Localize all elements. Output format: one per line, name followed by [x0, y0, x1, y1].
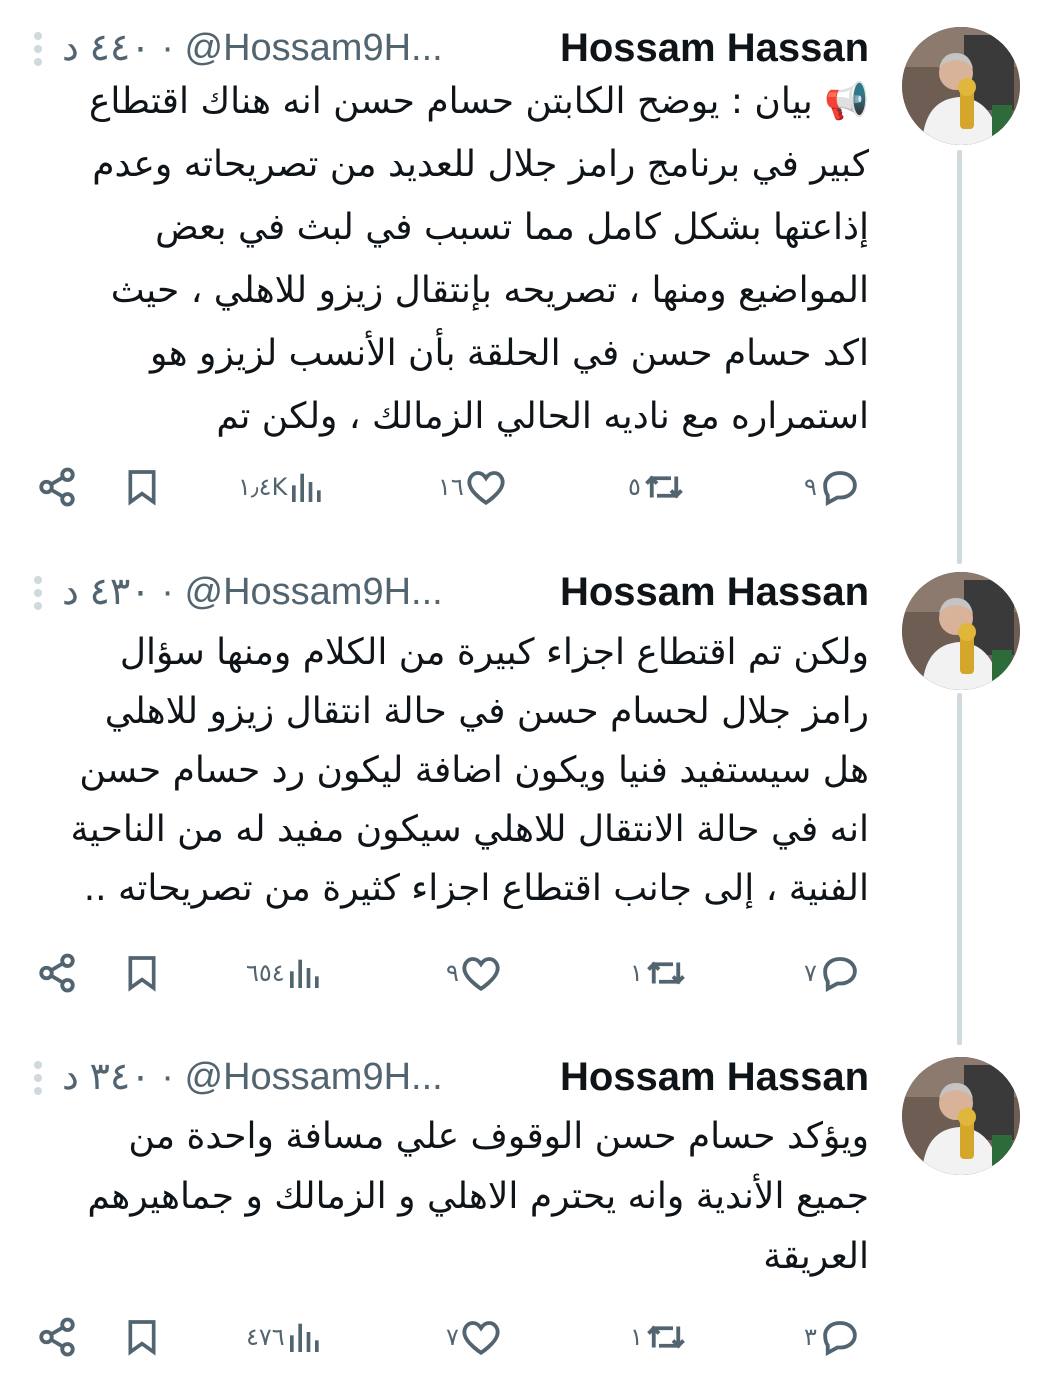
retweet-icon: [645, 475, 683, 499]
tweet-text: ولكن تم اقتطاع اجزاء كبيرة من الكلام ومن…: [20, 623, 869, 918]
views-button[interactable]: ١٫٤K: [238, 462, 327, 512]
tweet-time[interactable]: ٣٤٠ د: [62, 1056, 151, 1098]
bookmark-icon: [128, 956, 156, 992]
tweet[interactable]: Hossam Hassan ٤٤٠ د · @Hossam9H... 📢 بيا…: [0, 0, 1056, 540]
tweet[interactable]: Hossam Hassan ٣٤٠ د · @Hossam9H... ويؤكد…: [0, 1030, 1056, 1400]
like-button[interactable]: ١٦: [438, 462, 508, 512]
reply-icon: [823, 471, 857, 506]
tweet-text: ويؤكد حسام حسن الوقوف علي مسافة واحدة من…: [20, 1107, 869, 1287]
text-line: ولكن تم اقتطاع اجزاء كبيرة من الكلام ومن…: [119, 632, 869, 673]
views-count: ٦٥٤: [246, 959, 285, 987]
text-line: العريقة: [763, 1236, 869, 1277]
share-button[interactable]: [36, 1312, 78, 1362]
megaphone-icon: 📢: [824, 81, 869, 122]
more-icon[interactable]: [33, 26, 43, 70]
text-line: الفنية ، إلى جانب اقتطاع اجزاء كثيرة من …: [83, 868, 869, 909]
text-line: جميع الأندية وانه يحترم الاهلي و الزمالك…: [87, 1176, 869, 1217]
author-name[interactable]: Hossam Hassan: [560, 570, 869, 614]
more-icon[interactable]: [33, 1055, 43, 1099]
reply-button[interactable]: ٣: [804, 1312, 863, 1362]
avatar[interactable]: [902, 572, 1020, 690]
text-line: إذاعتها بشكل كامل مما تسبب في لبث في بعض: [155, 207, 869, 248]
text-line: رامز جلال لحسام حسن في حالة انتقال زيزو …: [104, 691, 869, 732]
like-count: ٧: [446, 1323, 459, 1351]
text-line: استمراره مع ناديه الحالي الزمالك ، ولكن …: [216, 396, 869, 437]
text-line: هل سيستفيد فنيا ويكون اضافة ليكون رد حسا…: [79, 750, 869, 791]
tweet-actions: ٤٧٦ ٧ ١ ٣: [0, 1312, 1056, 1362]
reply-count: ٩: [804, 473, 817, 501]
author-name[interactable]: Hossam Hassan: [560, 1055, 869, 1099]
reply-button[interactable]: ٧: [804, 948, 863, 998]
author-handle[interactable]: @Hossam9H...: [185, 1056, 443, 1098]
share-button[interactable]: [36, 462, 78, 512]
bookmark-icon: [128, 1320, 156, 1356]
tweet-meta[interactable]: ٤٣٠ د · @Hossam9H...: [62, 570, 443, 614]
bookmark-button[interactable]: [122, 462, 162, 512]
reply-count: ٣: [804, 1323, 817, 1351]
retweet-icon: [647, 961, 685, 985]
share-button[interactable]: [36, 948, 78, 998]
separator-dot: ·: [161, 27, 185, 69]
avatar[interactable]: [902, 1057, 1020, 1175]
tweet-time[interactable]: ٤٤٠ د: [62, 27, 151, 69]
avatar[interactable]: [902, 27, 1020, 145]
bookmark-button[interactable]: [122, 1312, 162, 1362]
views-button[interactable]: ٤٧٦: [246, 1312, 325, 1362]
reply-button[interactable]: ٩: [804, 462, 863, 512]
retweet-button[interactable]: ٥: [628, 462, 687, 512]
separator-dot: ·: [161, 1056, 185, 1098]
text-line: المواضيع ومنها ، تصريحه بإنتقال زيزو للا…: [110, 270, 869, 311]
share-icon: [39, 953, 75, 993]
reply-icon: [823, 957, 857, 992]
separator-dot: ·: [161, 571, 185, 613]
like-button[interactable]: ٩: [446, 948, 503, 998]
reply-count: ٧: [804, 959, 817, 987]
author-name[interactable]: Hossam Hassan: [560, 26, 869, 70]
bookmark-icon: [128, 470, 156, 506]
author-handle[interactable]: @Hossam9H...: [185, 571, 443, 613]
more-icon[interactable]: [33, 570, 43, 614]
text-line: انه في حالة الانتقال للاهلي سيكون مفيد ل…: [70, 809, 869, 850]
text-line: ويؤكد حسام حسن الوقوف علي مسافة واحدة من: [128, 1116, 869, 1157]
views-icon: [289, 1323, 319, 1352]
text-line: اكد حسام حسن في الحلقة بأن الأنسب لزيزو …: [150, 333, 869, 374]
tweet-actions: ٦٥٤ ٩ ١ ٧: [0, 948, 1056, 998]
reply-icon: [823, 1321, 857, 1356]
tweet-actions: ١٫٤K ١٦ ٥ ٩: [0, 462, 1056, 512]
retweet-count: ٥: [628, 473, 641, 501]
retweet-button[interactable]: ١: [630, 948, 689, 998]
like-icon: [462, 957, 500, 992]
retweet-icon: [647, 1325, 685, 1349]
views-icon: [292, 473, 321, 502]
tweet-time[interactable]: ٤٣٠ د: [62, 571, 151, 613]
share-icon: [39, 467, 75, 507]
views-icon: [289, 959, 319, 988]
like-count: ٩: [446, 959, 459, 987]
tweet[interactable]: Hossam Hassan ٤٣٠ د · @Hossam9H... ولكن …: [0, 545, 1056, 1025]
retweet-count: ١: [630, 959, 643, 987]
retweet-button[interactable]: ١: [630, 1312, 689, 1362]
text-line: بيان : يوضح الكابتن حسام حسن انه هناك اق…: [88, 81, 813, 122]
author-handle[interactable]: @Hossam9H...: [185, 27, 443, 69]
text-line: كبير في برنامج رامز جلال للعديد من تصريح…: [92, 144, 869, 185]
like-icon: [467, 471, 505, 506]
bookmark-button[interactable]: [122, 948, 162, 998]
like-icon: [462, 1321, 500, 1356]
tweet-meta[interactable]: ٣٤٠ د · @Hossam9H...: [62, 1055, 443, 1099]
tweet-text: 📢 بيان : يوضح الكابتن حسام حسن انه هناك …: [20, 70, 869, 448]
views-count: ١٫٤K: [238, 473, 288, 501]
like-count: ١٦: [438, 473, 464, 501]
share-icon: [39, 1317, 75, 1357]
tweet-meta[interactable]: ٤٤٠ د · @Hossam9H...: [62, 26, 443, 70]
views-count: ٤٧٦: [246, 1323, 285, 1351]
views-button[interactable]: ٦٥٤: [246, 948, 325, 998]
retweet-count: ١: [630, 1323, 643, 1351]
like-button[interactable]: ٧: [446, 1312, 503, 1362]
